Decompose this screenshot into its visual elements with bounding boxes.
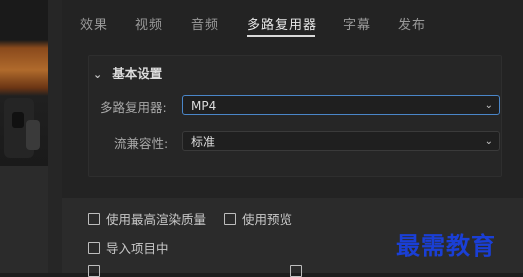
tab-captions[interactable]: 字幕: [343, 14, 371, 33]
tab-audio[interactable]: 音频: [191, 14, 219, 33]
multiplexer-label: 多路复用器:: [100, 100, 167, 115]
max-quality-checkbox[interactable]: [88, 212, 100, 225]
export-settings-panel: 效果 视频 音频 多路复用器 字幕 发布 ⌄ 基本设置 多路复用器: MP4 ⌄ …: [62, 0, 523, 198]
preview-controls-area: [0, 166, 48, 273]
use-preview-option: 使用预览: [224, 209, 292, 228]
section-header[interactable]: ⌄ 基本设置: [93, 63, 162, 82]
compat-label: 流兼容性:: [114, 136, 169, 151]
section-title: 基本设置: [112, 66, 163, 81]
max-quality-label: 使用最高渲染质量: [106, 212, 207, 227]
tab-effects[interactable]: 效果: [80, 14, 108, 33]
max-quality-option: 使用最高渲染质量: [88, 209, 206, 228]
tab-multiplexer[interactable]: 多路复用器: [247, 14, 317, 33]
multiplexer-value: MP4: [191, 99, 217, 113]
import-project-option: 导入项目中: [88, 238, 169, 257]
settings-tabs: 效果 视频 音频 多路复用器 字幕 发布: [62, 10, 523, 38]
chevron-down-icon[interactable]: ⌄: [93, 68, 102, 81]
video-preview: [0, 0, 48, 166]
chevron-down-icon: ⌄: [484, 100, 493, 111]
import-project-checkbox[interactable]: [88, 241, 100, 254]
basic-settings-section: ⌄ 基本设置 多路复用器: MP4 ⌄ 流兼容性: 标准 ⌄: [88, 55, 502, 177]
panel-divider: [48, 0, 62, 273]
watermark-logo: 最需教育: [396, 231, 496, 260]
active-tab-indicator: [247, 35, 315, 37]
chevron-down-icon: ⌄: [484, 136, 493, 147]
compat-value: 标准: [191, 135, 216, 149]
partial-option-row: [88, 265, 106, 277]
stream-compat-select[interactable]: 标准 ⌄: [182, 131, 500, 151]
import-project-label: 导入项目中: [106, 241, 169, 256]
partial-checkbox[interactable]: [88, 265, 100, 277]
tab-video[interactable]: 视频: [135, 14, 163, 33]
use-preview-checkbox[interactable]: [224, 212, 236, 225]
preview-shape: [26, 120, 40, 150]
partial-checkbox-2[interactable]: [290, 265, 302, 277]
preview-shape: [12, 112, 24, 128]
multiplexer-select[interactable]: MP4 ⌄: [182, 95, 500, 115]
tab-publish[interactable]: 发布: [398, 14, 426, 33]
use-preview-label: 使用预览: [242, 212, 293, 227]
partial-option-row-2: [290, 265, 308, 277]
